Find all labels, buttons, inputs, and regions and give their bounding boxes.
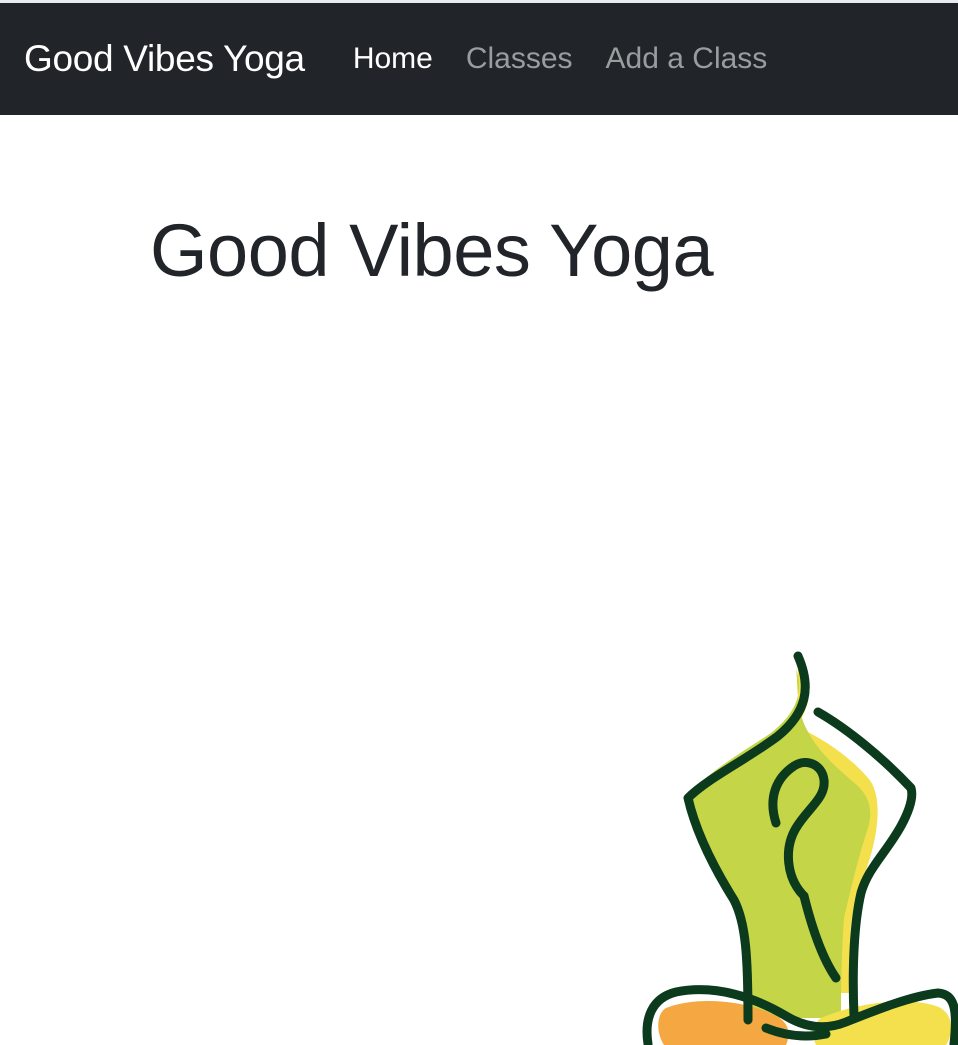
nav-item-add-class: Add a Class [606,42,801,76]
nav-link-add-a-class[interactable]: Add a Class [606,42,768,75]
page-title: Good Vibes Yoga [150,209,714,292]
navbar: Good Vibes Yoga Home Classes Add a Class [0,3,958,115]
nav-link-home[interactable]: Home [353,42,433,75]
yoga-meditation-figure-icon [636,648,958,1045]
nav-item-classes: Classes [466,42,606,76]
nav-item-home: Home [353,42,466,76]
navbar-brand-link[interactable]: Good Vibes Yoga [24,38,305,80]
nav-link-classes[interactable]: Classes [466,42,573,75]
nav-links: Home Classes Add a Class [353,42,800,76]
